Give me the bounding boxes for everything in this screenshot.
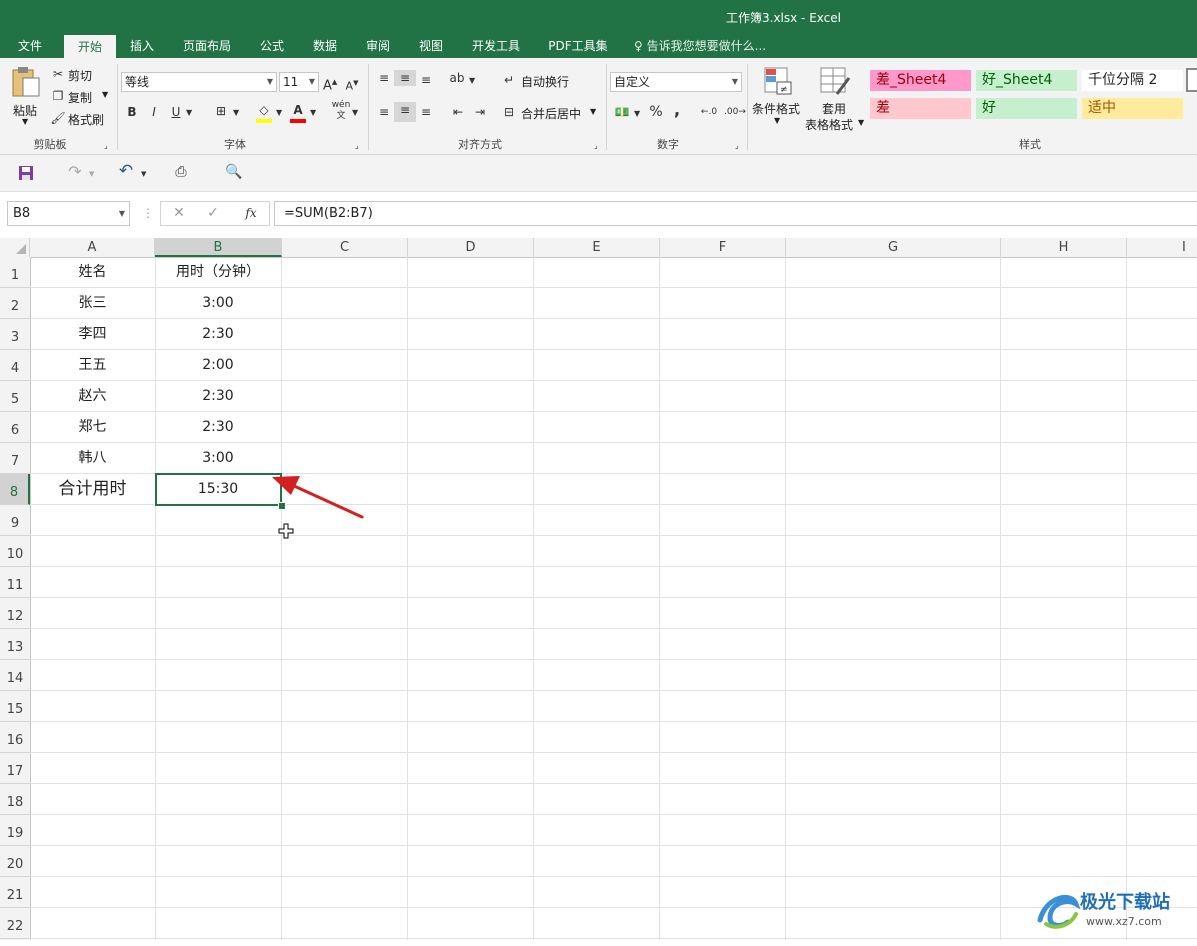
watermark-swirl-icon [1037, 894, 1081, 929]
watermark-logo: 极光下载站 www.xz7.com [1036, 886, 1196, 936]
watermark-text: 极光下载站 [1080, 892, 1170, 913]
cell-cursor-icon [278, 523, 294, 539]
watermark-url: www.xz7.com [1086, 915, 1162, 928]
annotation-arrow-icon [272, 476, 364, 519]
